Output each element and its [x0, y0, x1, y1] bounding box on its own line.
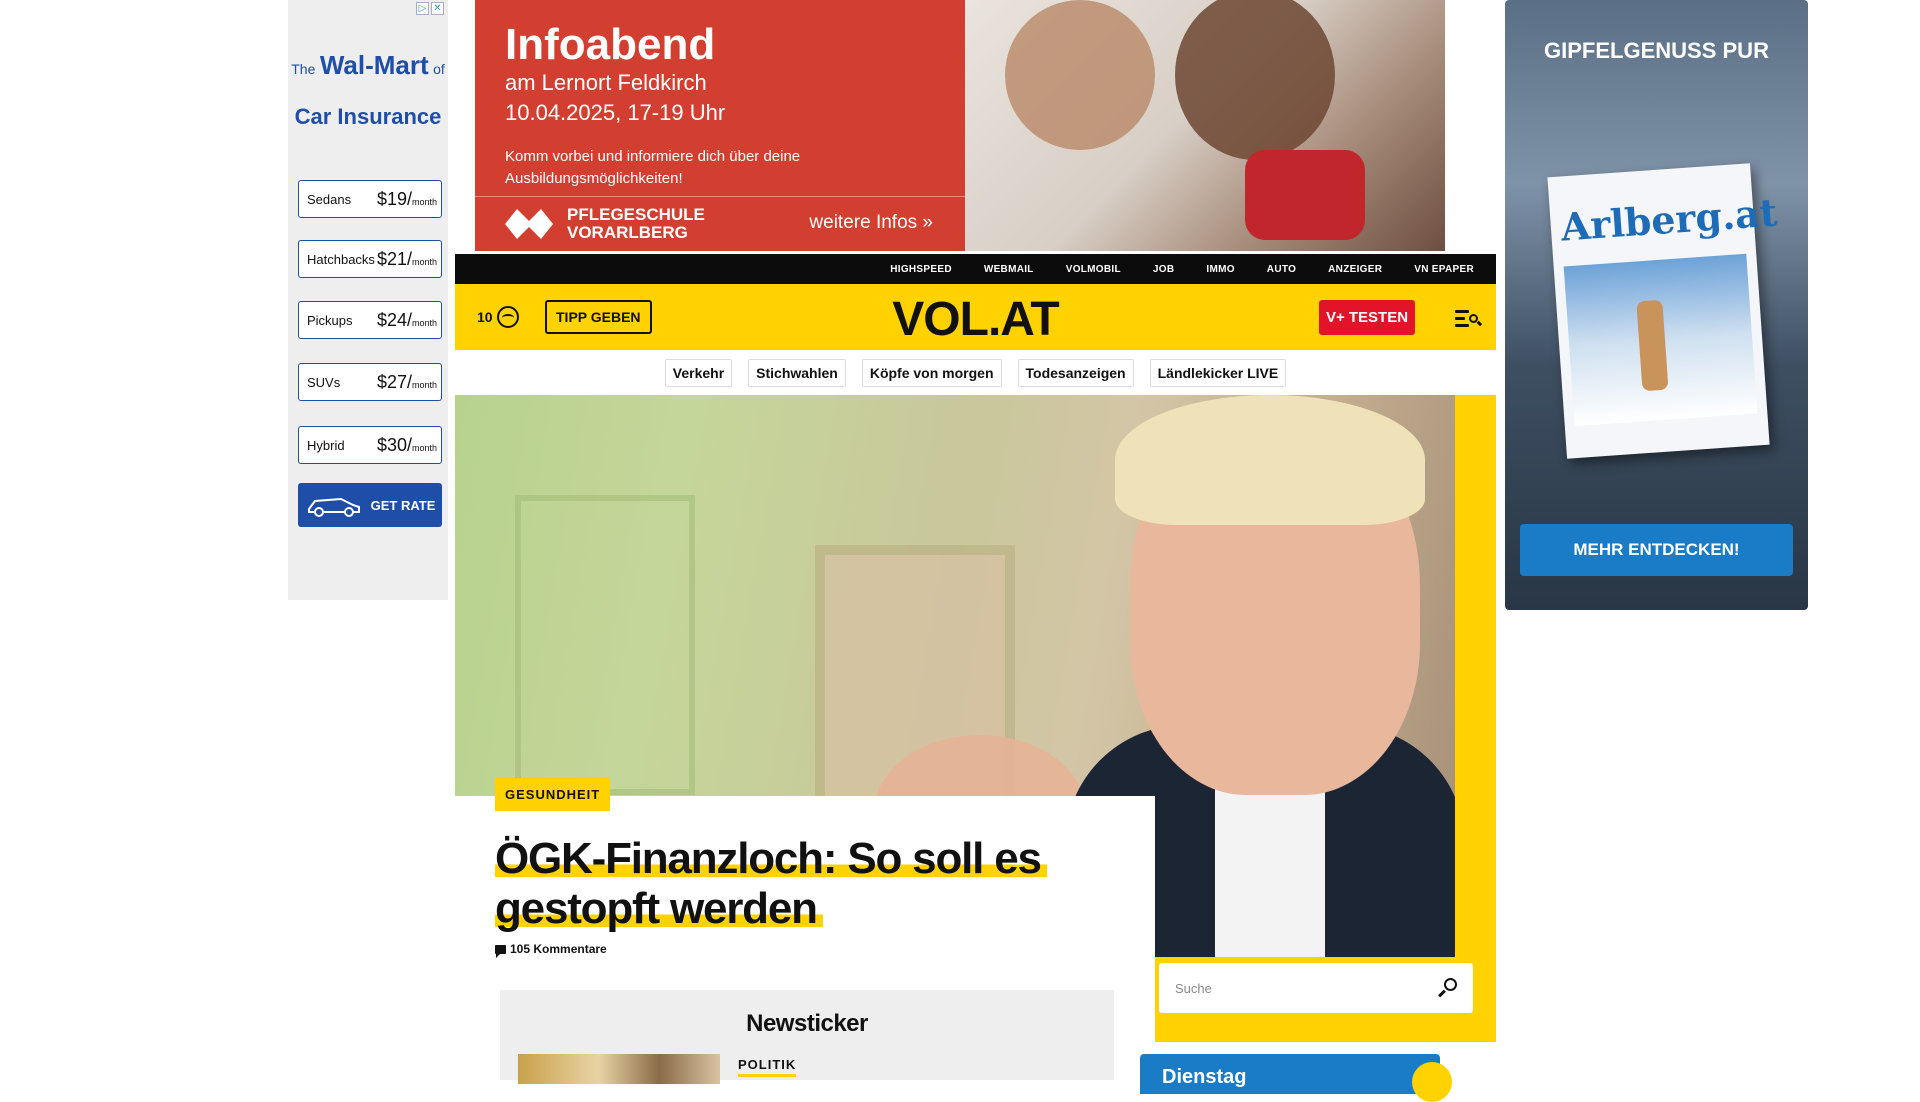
banner-text-panel: Infoabend am Lernort Feldkirch 10.04.202… [475, 0, 965, 251]
rate-row-suvs[interactable]: SUVs $27/month [298, 363, 442, 401]
temperature: 10 [477, 309, 493, 325]
ad-title: The Wal-Mart of [288, 50, 448, 81]
adchoices-icon[interactable]: ▷ [416, 2, 429, 15]
banner-more-link[interactable]: weitere Infos » [809, 212, 933, 234]
ad-title-suffix: of [433, 61, 445, 77]
search-box [1159, 963, 1473, 1013]
car-icon [307, 497, 360, 517]
rate-label: Hybrid [307, 437, 345, 453]
topnav-immo[interactable]: IMMO [1206, 264, 1234, 275]
rate-price: $27/month [376, 371, 437, 392]
newsticker-title: Newsticker [746, 1010, 868, 1037]
article-comments[interactable]: 105 Kommentare [495, 942, 607, 958]
rate-price: $24/month [376, 309, 437, 330]
newsticker-kicker[interactable]: POLITIK [738, 1057, 797, 1077]
weather-day: Dienstag [1162, 1066, 1247, 1088]
rate-label: Hatchbacks [307, 251, 375, 267]
article-kicker[interactable]: GESUNDHEIT [495, 778, 611, 811]
article-headline[interactable]: ÖGK-Finanzloch: So soll es gestopft werd… [495, 834, 1115, 934]
magazine-title: Arlberg.at [1559, 189, 1779, 250]
pflegeschule-logo: PFLEGESCHULE VORARLBERG [505, 206, 705, 242]
rate-row-hatchbacks[interactable]: Hatchbacks $21/month [298, 240, 442, 278]
hero-article: GESUNDHEIT ÖGK-Finanzloch: So soll es ge… [455, 395, 1496, 1042]
comment-icon [495, 944, 506, 958]
adchoices[interactable]: ▷ ✕ [416, 2, 444, 15]
rate-price: $21/month [376, 248, 437, 269]
menu-search-icon[interactable] [1455, 308, 1483, 328]
rate-price: $19/month [376, 188, 437, 209]
get-rate-label: GET RATE [370, 497, 436, 513]
ad-title-prefix: The [291, 61, 316, 77]
topnav-vn-epaper[interactable]: VN EPAPER [1414, 264, 1474, 275]
banner-description: Komm vorbei und informiere dich über dei… [505, 148, 801, 187]
ad-subtitle: Car Insurance [294, 104, 442, 129]
ad-brand: Wal-Mart [319, 50, 429, 80]
sun-icon [1412, 1062, 1452, 1102]
rate-row-pickups[interactable]: Pickups $24/month [298, 301, 442, 339]
magazine-cover: Arlberg.at [1547, 163, 1779, 459]
comment-count: 105 Kommentare [510, 942, 607, 956]
left-ad-car-insurance[interactable]: ▷ ✕ The Wal-Mart of Car Insurance Sedans… [288, 0, 448, 600]
banner-photo [965, 0, 1445, 251]
tag-stichwahlen[interactable]: Stichwahlen [748, 358, 846, 387]
cloud-icon [496, 306, 519, 328]
mehr-entdecken-button[interactable]: MEHR ENTDECKEN! [1520, 524, 1793, 576]
banner-location: am Lernort Feldkirch [505, 70, 707, 95]
topnav-auto[interactable]: AUTO [1267, 264, 1296, 275]
search-icon[interactable] [1437, 978, 1457, 998]
rate-price: $30/month [376, 434, 437, 455]
top-banner-ad[interactable]: Infoabend am Lernort Feldkirch 10.04.202… [475, 0, 1445, 251]
banner-date: 10.04.2025, 17-19 Uhr [505, 100, 726, 125]
rate-label: SUVs [307, 374, 341, 390]
tipp-geben-button[interactable]: TIPP GEBEN [545, 300, 652, 334]
right-ad-arlberg[interactable]: GIPFELGENUSS PUR Arlberg.at MEHR ENTDECK… [1505, 0, 1808, 610]
site-header: 10 TIPP GEBEN VOL.AT V+ TESTEN [455, 284, 1496, 350]
rate-label: Sedans [307, 191, 352, 207]
topnav-job[interactable]: JOB [1153, 264, 1174, 275]
search-input[interactable] [1175, 980, 1437, 996]
tag-laendlekicker-live[interactable]: Ländlekicker LIVE [1149, 358, 1287, 387]
tag-verkehr[interactable]: Verkehr [664, 358, 733, 387]
get-rate-button[interactable]: GET RATE [298, 483, 442, 527]
topnav-volmobil[interactable]: VOLMOBIL [1066, 264, 1121, 275]
topnav-highspeed[interactable]: HIGHSPEED [890, 264, 952, 275]
topnav-webmail[interactable]: WEBMAIL [984, 264, 1034, 275]
rate-label: Pickups [307, 312, 353, 328]
topic-tags: Verkehr Stichwahlen Köpfe von morgen Tod… [455, 350, 1496, 395]
tag-koepfe-von-morgen[interactable]: Köpfe von morgen [861, 358, 1002, 387]
ad-close-icon[interactable]: ✕ [431, 2, 444, 15]
right-ad-title: GIPFELGENUSS PUR [1544, 38, 1769, 63]
newsticker: Newsticker POLITIK [500, 990, 1114, 1084]
rate-row-sedans[interactable]: Sedans $19/month [298, 180, 442, 218]
vplus-testen-button[interactable]: V+ TESTEN [1319, 300, 1415, 335]
weather-widget[interactable]: Dienstag [1140, 1054, 1452, 1102]
rate-row-hybrid[interactable]: Hybrid $30/month [298, 426, 442, 464]
tag-todesanzeigen[interactable]: Todesanzeigen [1017, 358, 1134, 387]
weather-indicator[interactable]: 10 [477, 306, 519, 328]
top-nav: HIGHSPEED WEBMAIL VOLMOBIL JOB IMMO AUTO… [455, 254, 1496, 284]
topnav-anzeiger[interactable]: ANZEIGER [1328, 264, 1382, 275]
pflegeschule-logo-icon [505, 209, 553, 239]
banner-divider [475, 196, 965, 197]
banner-title: Infoabend [505, 20, 716, 69]
